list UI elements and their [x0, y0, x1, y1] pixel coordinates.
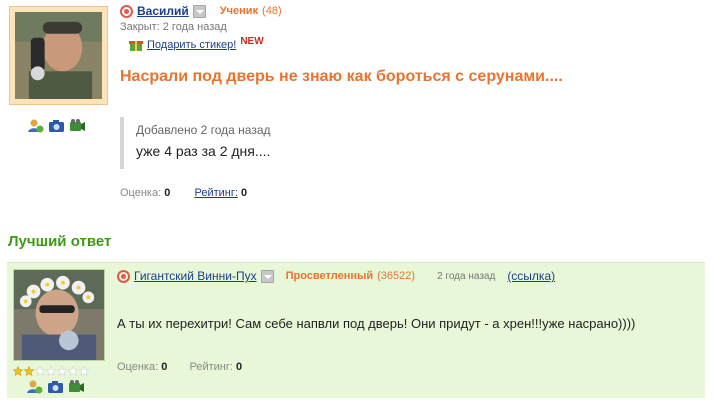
best-author-points: (36522) — [377, 270, 416, 282]
score-label: Оценка: — [120, 187, 162, 199]
best-author-icons — [26, 379, 85, 394]
question-author-name[interactable]: Василий — [137, 4, 189, 18]
star-empty-icon — [46, 366, 56, 376]
video-camera-icon[interactable] — [68, 379, 85, 394]
best-score-line: Оценка: 0 Рейтинг: 0 — [117, 361, 242, 373]
new-badge: NEW — [240, 35, 264, 47]
star-empty-icon — [68, 366, 78, 376]
avatar-photo — [15, 12, 102, 99]
best-answer-heading: Лучший ответ — [8, 233, 112, 250]
question-closed-time: Закрыт: 2 года назад — [120, 21, 227, 33]
video-camera-icon[interactable] — [69, 118, 86, 133]
chevron-down-icon[interactable] — [260, 269, 274, 283]
added-text: уже 4 раз за 2 дня.... — [136, 143, 271, 159]
rating-value: 0 — [235, 361, 243, 373]
mail-at-icon[interactable] — [117, 269, 130, 283]
rating-link[interactable]: Рейтинг: — [194, 187, 237, 199]
best-answer-avatar[interactable] — [13, 269, 105, 364]
added-label: Добавлено 2 года назад — [136, 123, 271, 137]
question-score-line: Оценка: 0 Рейтинг: 0 — [120, 187, 247, 199]
score-value: 0 — [164, 187, 171, 199]
mail-at-icon[interactable] — [120, 4, 133, 18]
question-author-points: (48) — [262, 5, 282, 17]
score-value: 0 — [161, 361, 168, 373]
gift-sticker-link[interactable]: Подарить стикер! — [147, 39, 236, 51]
rating-stars — [13, 366, 89, 376]
question-title: Насрали под дверь не знаю как бороться с… — [120, 68, 563, 85]
chevron-down-icon[interactable] — [192, 4, 206, 18]
question-author-rank: Ученик — [219, 5, 259, 17]
camera-photo-icon[interactable] — [48, 118, 65, 133]
best-answer-time: 2 года назад — [437, 270, 496, 282]
star-empty-icon — [57, 366, 67, 376]
best-answer-panel: Гигантский Винни-Пух Просветленный (3652… — [7, 262, 705, 398]
user-profile-icon[interactable] — [26, 379, 43, 394]
question-addition: Добавлено 2 года назад уже 4 раз за 2 дн… — [120, 117, 271, 169]
question-author-line: Василий Ученик (48) — [120, 4, 282, 18]
gift-sticker-line: Подарить стикер! NEW — [129, 35, 264, 52]
question-author-icons — [27, 118, 86, 133]
star-filled-icon — [13, 366, 23, 376]
user-profile-icon[interactable] — [27, 118, 44, 133]
score-label: Оценка: — [117, 361, 159, 373]
rating-value: 0 — [240, 187, 248, 199]
best-author-rank: Просветленный — [285, 270, 374, 282]
question-author-avatar[interactable] — [9, 6, 108, 105]
best-author-line: Гигантский Винни-Пух Просветленный (3652… — [117, 269, 555, 283]
avatar-photo — [13, 269, 105, 361]
best-author-name[interactable]: Гигантский Винни-Пух — [134, 269, 257, 283]
star-empty-icon — [35, 366, 45, 376]
best-answer-text: А ты их перехитри! Сам себе напвли под д… — [117, 316, 636, 331]
camera-photo-icon[interactable] — [47, 379, 64, 394]
rating-label: Рейтинг: — [189, 361, 233, 373]
star-filled-icon — [24, 366, 34, 376]
answer-permalink[interactable]: (ссылка) — [507, 269, 555, 283]
star-empty-icon — [79, 366, 89, 376]
gift-icon — [129, 41, 143, 51]
